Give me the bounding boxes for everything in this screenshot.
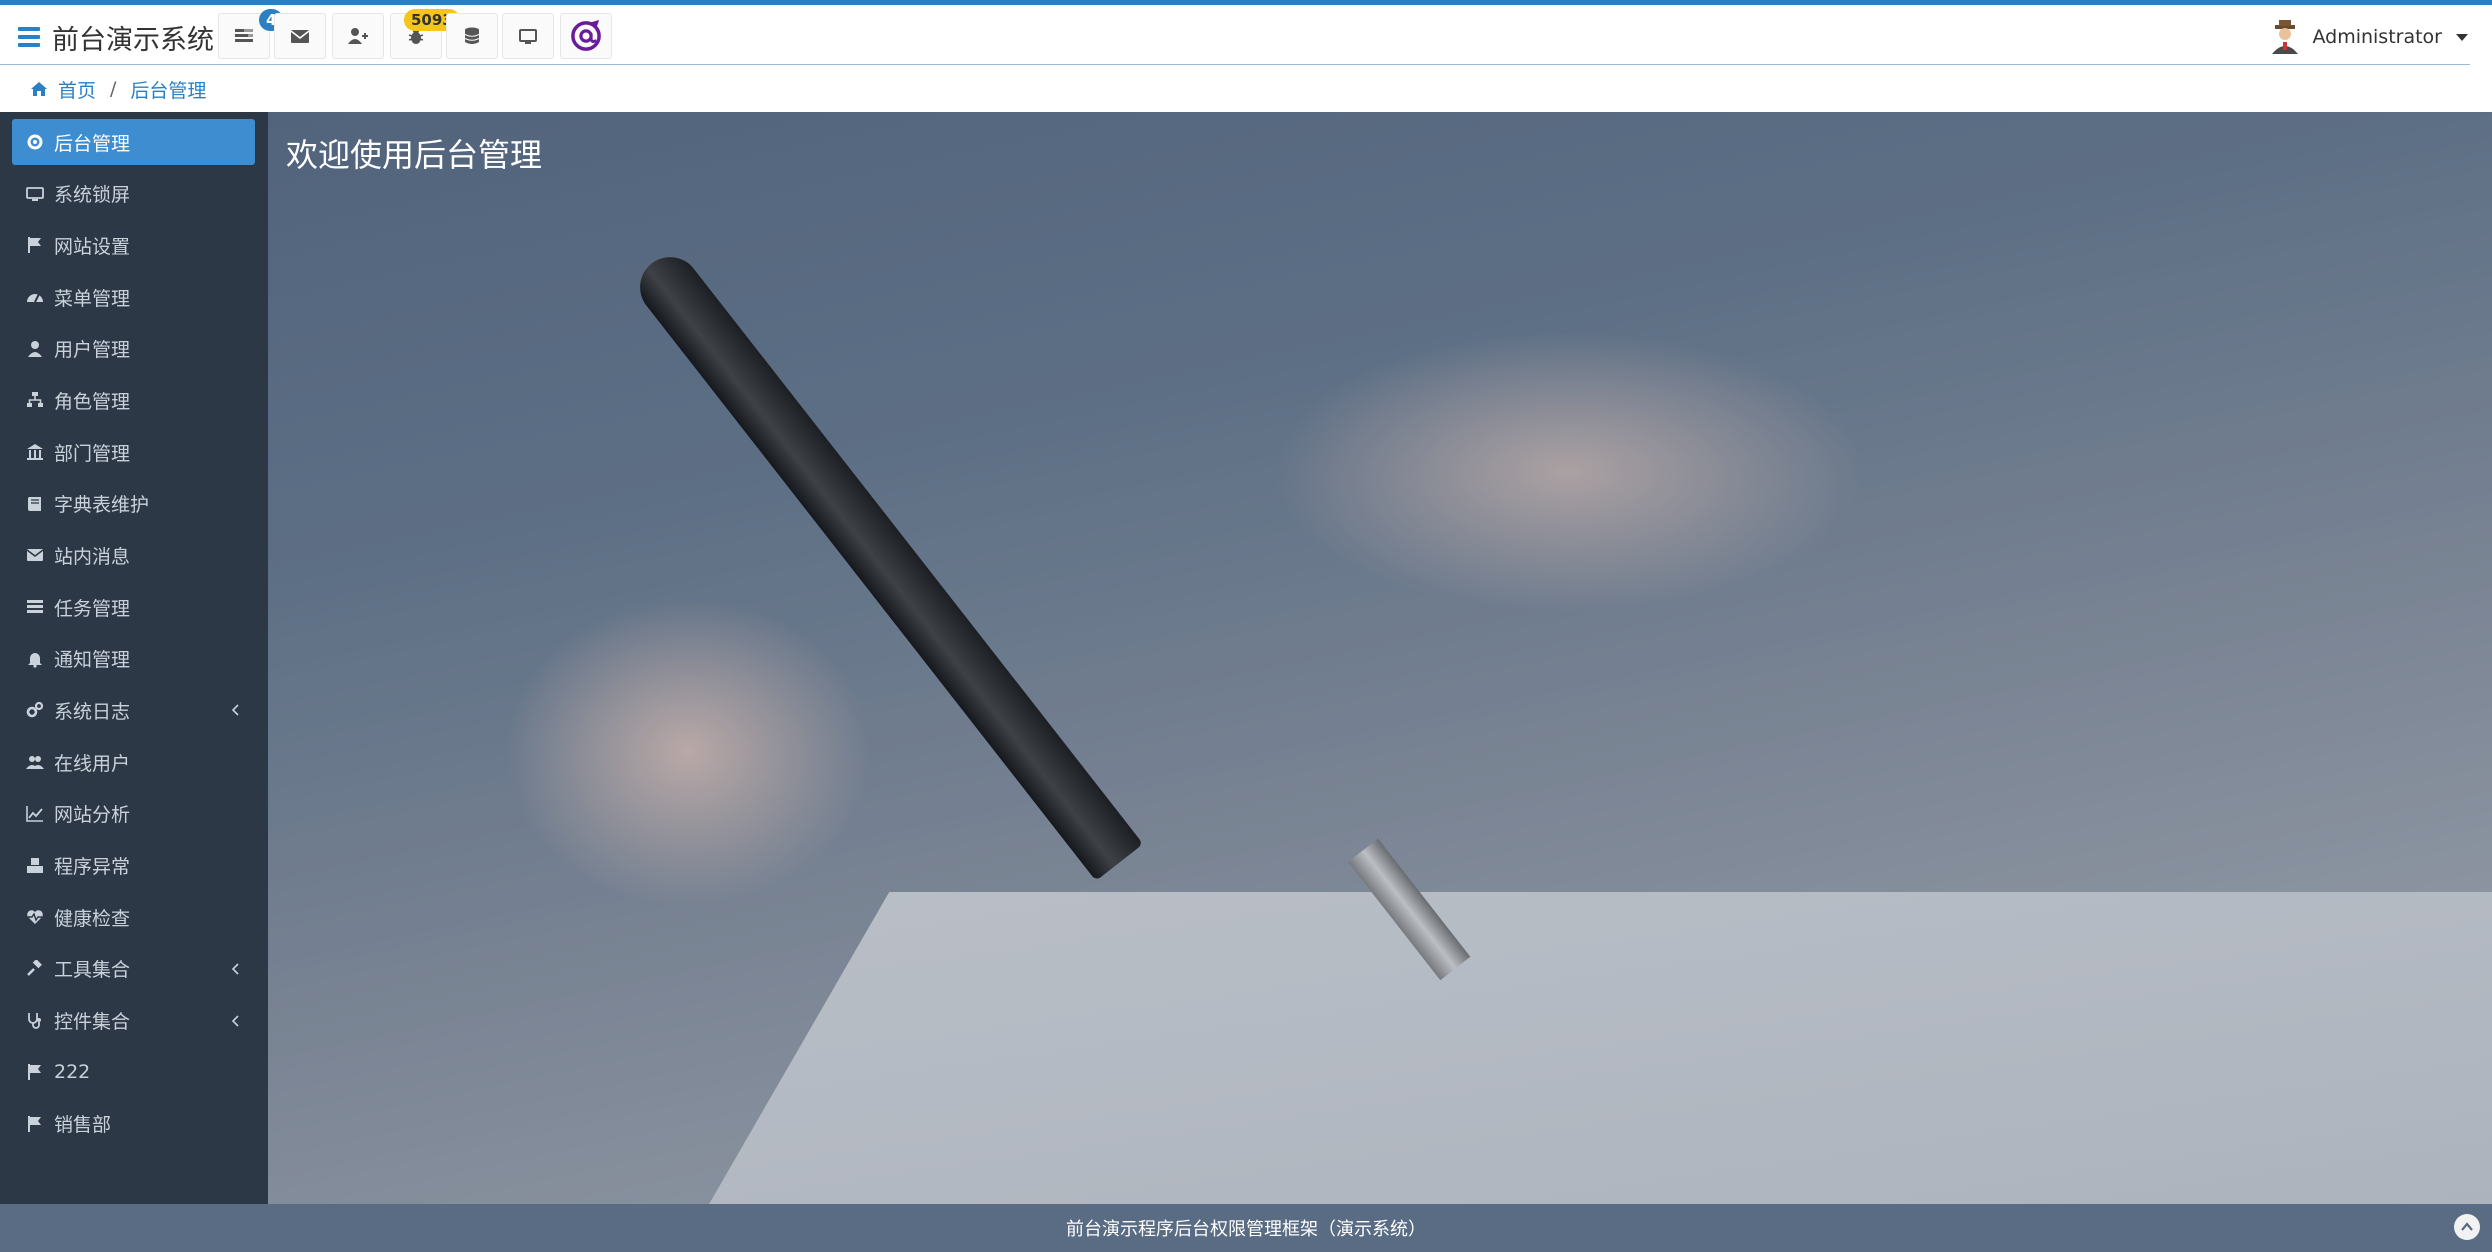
header-divider xyxy=(0,64,2470,65)
header: 前台演示系统 4 5093 Administrator xyxy=(0,5,2492,65)
breadcrumb: 首页 / 后台管理 xyxy=(30,74,206,104)
sidebar-item-19[interactable]: 销售部 xyxy=(12,1101,255,1147)
sidebar-item-8[interactable]: 站内消息 xyxy=(12,532,255,578)
sidebar-item-label: 站内消息 xyxy=(54,545,131,568)
users-icon xyxy=(26,756,44,770)
brand-title: 前台演示系统 xyxy=(52,24,214,56)
dashboard-icon xyxy=(27,293,43,303)
sidebar-item-15[interactable]: 健康检查 xyxy=(12,894,255,940)
cogs-icon xyxy=(26,702,44,718)
brand: 前台演示系统 xyxy=(18,17,214,57)
sidebar-item-label: 健康检查 xyxy=(54,907,131,930)
sidebar-item-3[interactable]: 菜单管理 xyxy=(12,274,255,320)
home-icon xyxy=(31,82,47,96)
bank-icon xyxy=(27,444,43,461)
at-logo-icon xyxy=(571,20,601,51)
cubes-icon xyxy=(27,857,43,873)
sidebar-item-label: 控件集合 xyxy=(54,1011,131,1034)
sidebar-item-label: 通知管理 xyxy=(54,649,131,672)
sidebar-item-11[interactable]: 系统日志 xyxy=(12,687,255,733)
sidebar-item-9[interactable]: 任务管理 xyxy=(12,584,255,630)
user-name: Administrator xyxy=(2312,26,2442,48)
sidebar-item-label: 系统锁屏 xyxy=(54,184,131,207)
sidebar-item-16[interactable]: 工具集合 xyxy=(12,946,255,992)
add-user-button[interactable] xyxy=(332,13,384,59)
sidebar-item-label: 用户管理 xyxy=(54,339,131,362)
sidebar-item-label: 222 xyxy=(54,1061,91,1084)
sidebar-item-label: 在线用户 xyxy=(54,752,131,775)
database-icon xyxy=(464,27,480,44)
envelope-icon xyxy=(290,30,310,43)
stethoscope-icon xyxy=(28,1012,41,1029)
heartbeat-icon xyxy=(27,910,43,925)
sidebar-item-1[interactable]: 系统锁屏 xyxy=(12,171,255,217)
breadcrumb-home[interactable]: 首页 xyxy=(58,76,96,103)
line-chart-icon xyxy=(26,805,43,822)
sidebar-item-label: 系统日志 xyxy=(54,700,131,723)
user-icon xyxy=(28,340,42,357)
gear-icon xyxy=(27,134,43,150)
book-icon xyxy=(28,496,41,511)
sidebar-item-label: 后台管理 xyxy=(54,132,131,155)
chevron-left-icon xyxy=(231,704,239,717)
avatar xyxy=(2272,20,2299,54)
sidebar-item-label: 菜单管理 xyxy=(54,287,131,310)
messages-button[interactable] xyxy=(274,13,326,59)
sidebar-item-10[interactable]: 通知管理 xyxy=(12,636,255,682)
sidebar-item-0[interactable]: 后台管理 xyxy=(12,119,255,165)
menu-toggle-icon[interactable] xyxy=(18,27,40,47)
sidebar-item-13[interactable]: 网站分析 xyxy=(12,791,255,837)
at-logo-button[interactable] xyxy=(560,13,612,59)
footer-text: 前台演示程序后台权限管理框架（演示系统） xyxy=(1066,1219,1426,1240)
envelope-icon xyxy=(26,549,44,562)
flag-icon xyxy=(28,1064,41,1081)
sidebar-item-label: 销售部 xyxy=(54,1114,112,1137)
caret-down-icon xyxy=(2456,33,2468,41)
sidebar-item-17[interactable]: 控件集合 xyxy=(12,998,255,1044)
user-menu[interactable]: Administrator xyxy=(2268,19,2468,55)
sidebar-item-label: 部门管理 xyxy=(54,442,131,465)
gavel-icon xyxy=(27,959,42,976)
breadcrumb-separator: / xyxy=(110,78,117,100)
monitor-icon xyxy=(519,29,537,44)
sidebar-item-18[interactable]: 222 xyxy=(12,1049,255,1095)
sidebar-item-label: 网站分析 xyxy=(54,804,131,827)
sidebar-item-7[interactable]: 字典表维护 xyxy=(12,481,255,527)
sidebar-item-14[interactable]: 程序异常 xyxy=(12,843,255,889)
database-button[interactable] xyxy=(446,13,498,59)
flag-icon xyxy=(28,237,41,254)
breadcrumb-current[interactable]: 后台管理 xyxy=(130,76,206,103)
sidebar-item-label: 程序异常 xyxy=(54,856,131,879)
tasks-icon xyxy=(235,29,253,42)
sidebar: 后台管理系统锁屏网站设置菜单管理用户管理角色管理部门管理字典表维护站内消息任务管… xyxy=(0,112,268,1204)
welcome-heading: 欢迎使用后台管理 xyxy=(286,136,543,174)
sidebar-item-6[interactable]: 部门管理 xyxy=(12,429,255,475)
sidebar-item-label: 网站设置 xyxy=(54,235,131,258)
chevron-left-icon xyxy=(231,1014,239,1027)
screen-button[interactable] xyxy=(502,13,554,59)
footer: 前台演示程序后台权限管理框架（演示系统） xyxy=(0,1204,2492,1252)
user-plus-icon xyxy=(348,28,368,44)
background-overlay xyxy=(268,112,2492,1204)
tasks-icon xyxy=(27,600,43,614)
monitor-icon xyxy=(26,186,44,201)
sidebar-item-5[interactable]: 角色管理 xyxy=(12,377,255,423)
sidebar-item-label: 任务管理 xyxy=(54,597,131,620)
chevron-left-icon xyxy=(231,963,239,975)
sidebar-item-label: 字典表维护 xyxy=(54,494,150,517)
sidebar-item-12[interactable]: 在线用户 xyxy=(12,739,255,785)
sidebar-item-4[interactable]: 用户管理 xyxy=(12,326,255,372)
sidebar-item-label: 工具集合 xyxy=(54,959,131,982)
main-content: 欢迎使用后台管理 xyxy=(268,112,2492,1204)
chevron-up-icon xyxy=(2461,1222,2473,1231)
flag-icon xyxy=(28,1115,41,1132)
sidebar-item-label: 角色管理 xyxy=(54,390,131,413)
bell-icon xyxy=(28,652,42,668)
sitemap-icon xyxy=(27,392,43,408)
sidebar-item-2[interactable]: 网站设置 xyxy=(12,222,255,268)
scroll-top-button[interactable] xyxy=(2454,1214,2480,1240)
